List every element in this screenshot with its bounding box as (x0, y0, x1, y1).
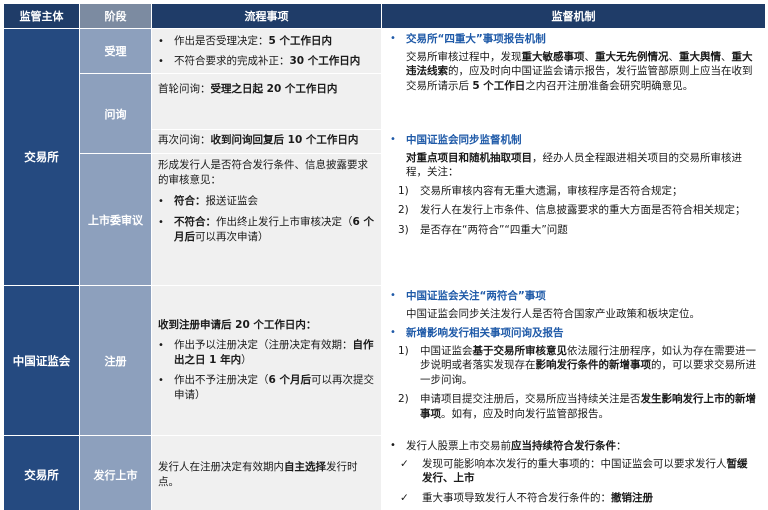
list-item: 1) 交易所审核内容有无重大遗漏，审核程序是否符合规定； (398, 184, 683, 197)
list-item: 3) 是否存在“两符合”“四重大”问题 (398, 223, 568, 236)
process-listing-review: 形成发行人是否符合发行条件、信息披露要求的审核意见： • 符合：报送证监会 • … (151, 153, 382, 286)
checkmark-icon: ✓ (400, 457, 409, 470)
stage-issuance: 发行上市 (79, 435, 152, 510)
list-item: ✓ 重大事项导致发行人不符合发行条件的：撤销注册 (400, 491, 653, 504)
header-stage: 阶段 (79, 3, 152, 29)
stage-inquiry: 问询 (79, 73, 152, 154)
list-item: ✓ 发现可能影响本次发行的重大事项的：中国证监会可以要求发行人暂缓发行、上市 (400, 457, 748, 485)
process-issuance: 发行人在注册决定有效期内自主选择发行时点。 (151, 435, 382, 510)
list-item: 1) 中国证监会基于交易所审核意见依法履行注册程序，如认为存在需要进一步说明或者… (398, 344, 756, 386)
bullet-icon: • (158, 196, 164, 207)
stage-registration: 注册 (79, 285, 152, 436)
bullet-icon: • (390, 440, 396, 451)
supervision-csrc: • 中国证监会关注“两符合”事项 中国证监会同步关注发行人是否符合国家产业政策和… (381, 285, 766, 436)
bullet-icon: • (158, 340, 164, 351)
bullet-icon: • (158, 217, 164, 228)
process-inquiry-first: 首轮问询：受理之日起 20 个工作日内 (151, 73, 382, 130)
subject-csrc: 中国证监会 (3, 285, 80, 436)
bullet-icon: • (390, 33, 396, 44)
list-item: 2) 申请项目提交注册后，交易所应当持续关注是否发生影响发行上市的新增事项。如有… (398, 393, 756, 420)
process-inquiry-second: 再次问询：收到问询回复后 10 个工作日内 (151, 129, 382, 154)
list-item: 2) 发行人在发行上市条件、信息披露要求的重大方面是否符合相关规定； (398, 204, 746, 216)
stage-listing-review: 上市委审议 (79, 153, 152, 286)
bullet-icon: • (158, 375, 164, 386)
supervision-table: 监管主体 阶段 流程事项 监督机制 交易所 受理 • 作出是否受理决定：5 个工… (3, 3, 766, 510)
bullet-icon: • (158, 36, 164, 47)
subject-exchange: 交易所 (3, 28, 80, 286)
process-accept: • 作出是否受理决定：5 个工作日内 • 不符合要求的完成补正：30 个工作日内 (151, 28, 382, 74)
bullet-icon: • (390, 134, 396, 145)
supervision-exchange-report: • 交易所“四重大”事项报告机制 交易所审核过程中，发现重大敏感事项、重大无先例… (381, 28, 766, 130)
process-registration: 收到注册申请后 20 个工作日内： • 作出予以注册决定（注册决定有效期：自作出… (151, 285, 382, 436)
bullet-icon: • (390, 327, 396, 338)
header-supervision: 监督机制 (381, 3, 766, 29)
supervision-csrc-sync: • 中国证监会同步监督机制 对重点项目和随机抽取项目，经办人员全程跟进相关项目的… (381, 129, 766, 286)
header-subject: 监管主体 (3, 3, 80, 29)
stage-accept: 受理 (79, 28, 152, 74)
supervision-issuance: • 发行人股票上市交易前应当持续符合发行条件： ✓ 发现可能影响本次发行的重大事… (381, 435, 766, 510)
checkmark-icon: ✓ (400, 491, 409, 504)
bullet-icon: • (390, 290, 396, 301)
subject-exchange-issuance: 交易所 (3, 435, 80, 510)
bullet-icon: • (158, 56, 164, 67)
header-process: 流程事项 (151, 3, 382, 29)
